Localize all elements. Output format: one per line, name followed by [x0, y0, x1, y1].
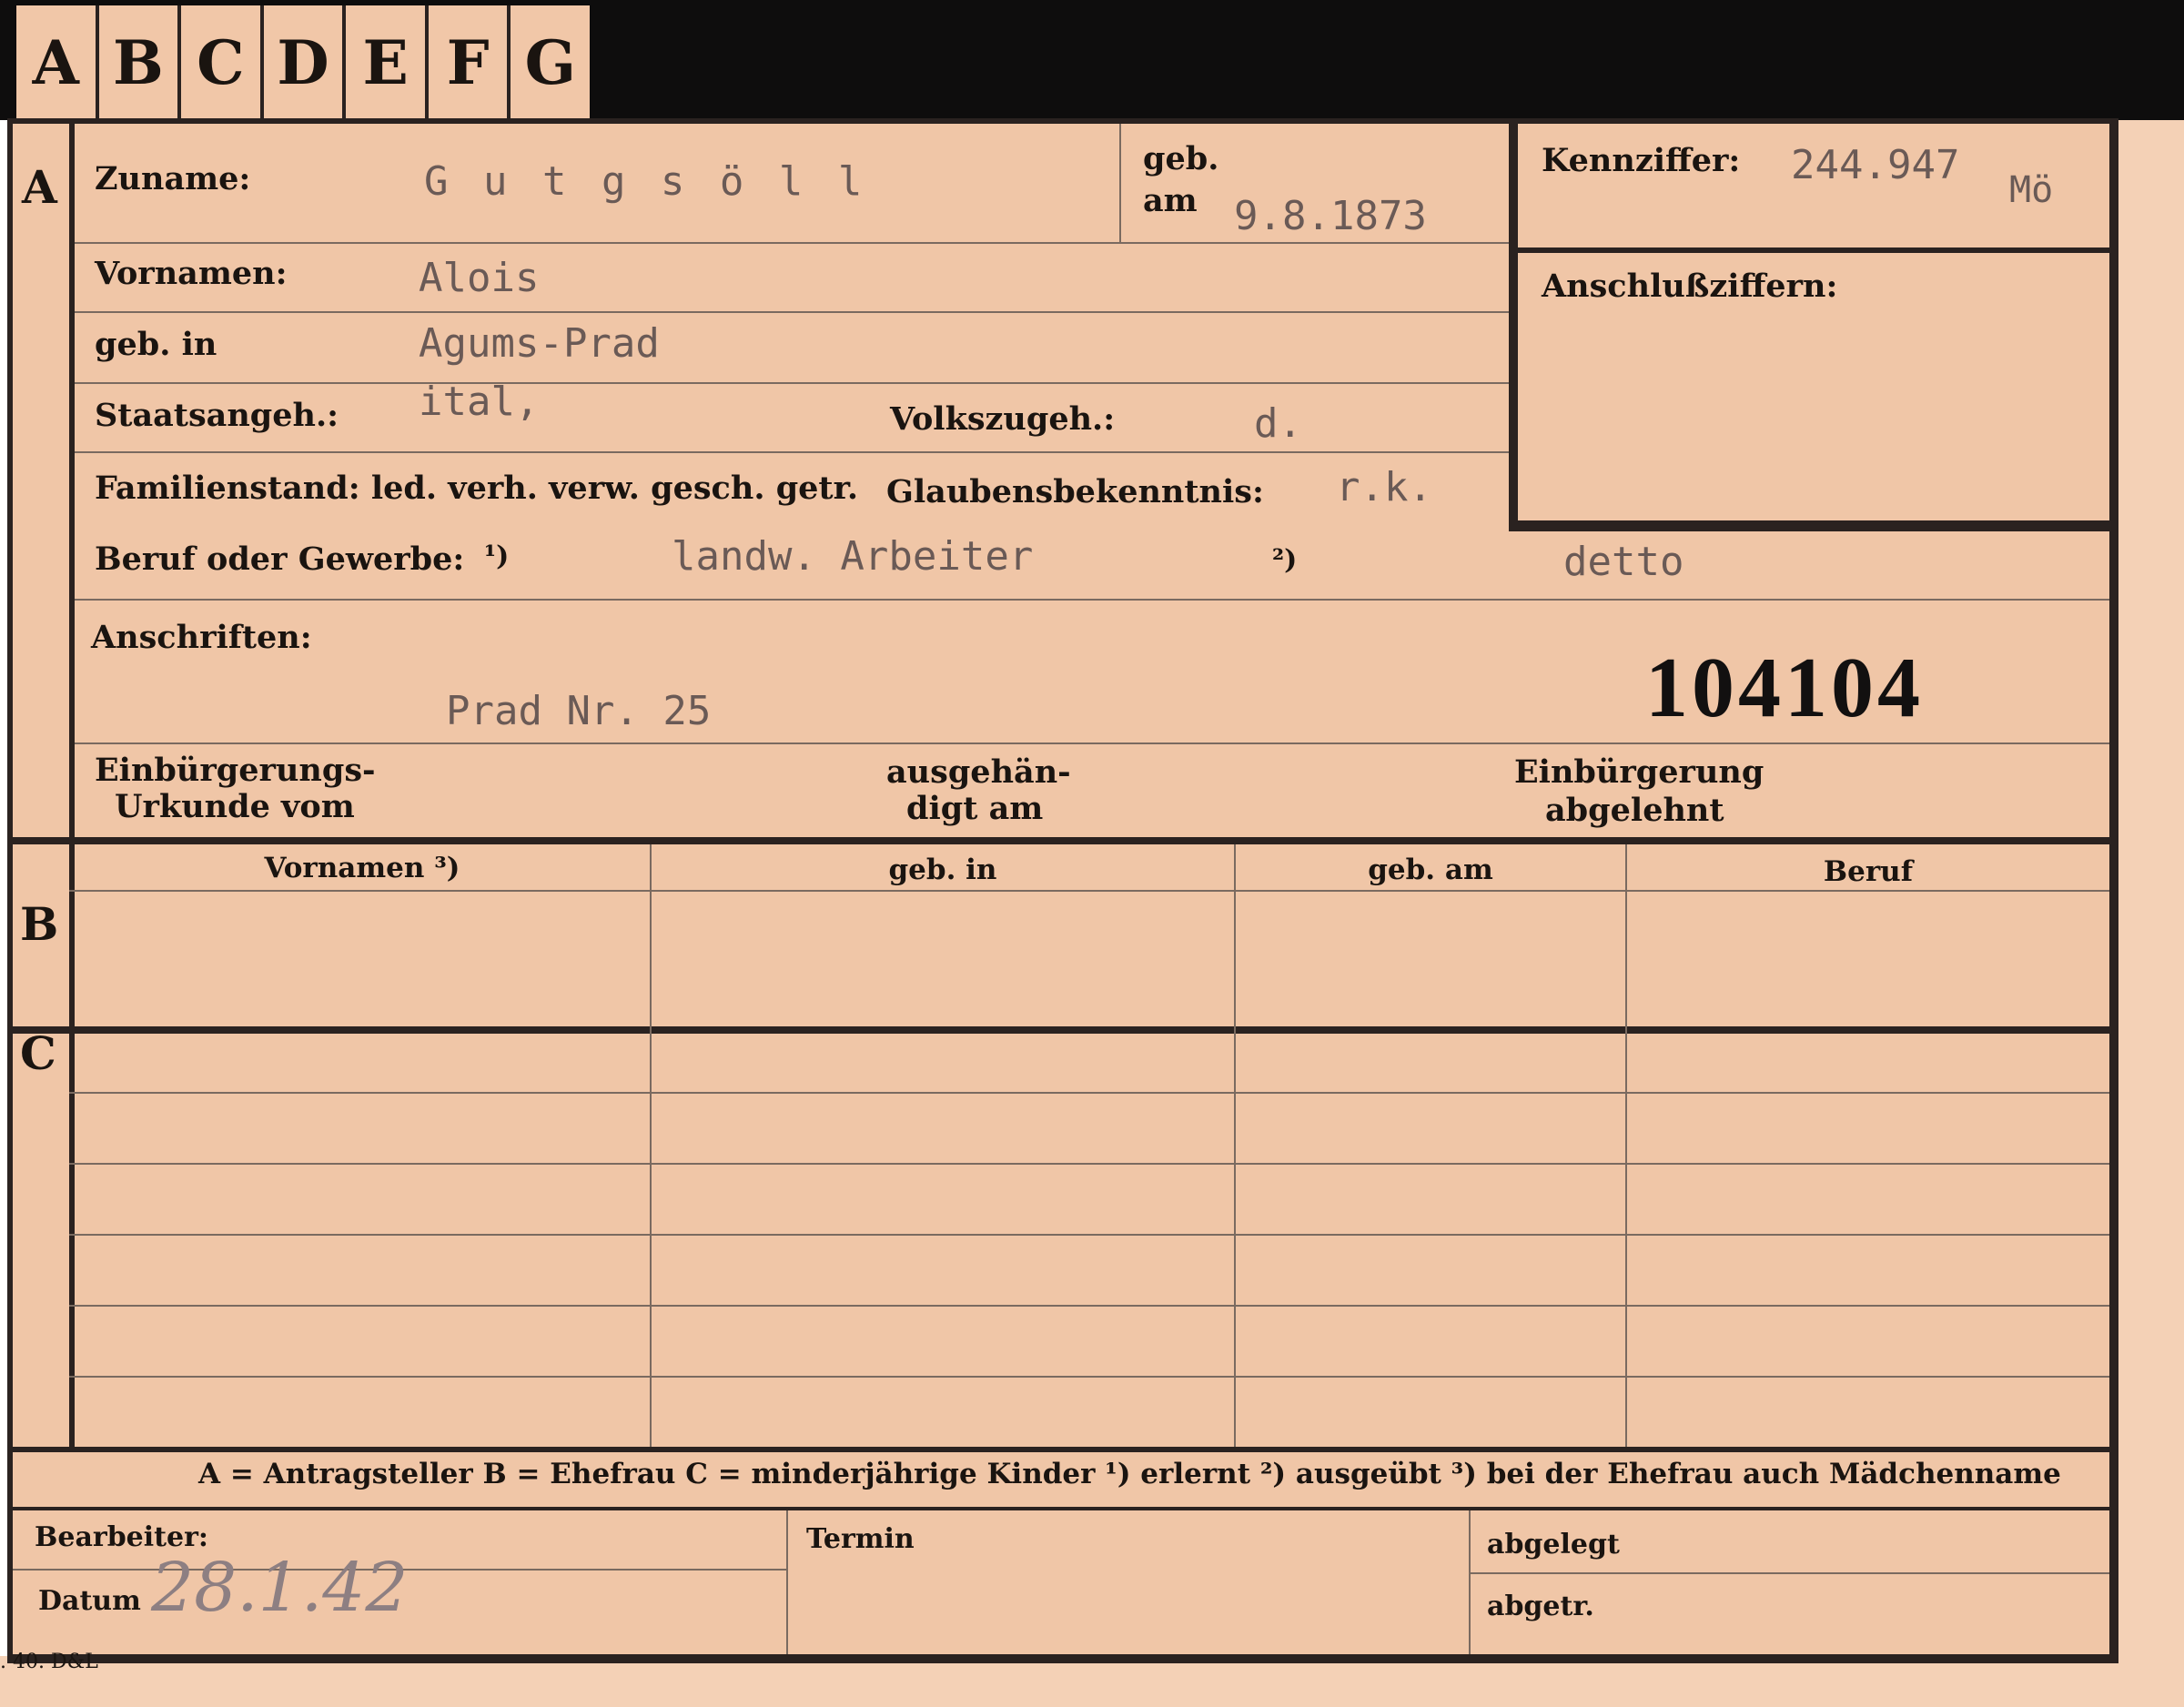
registration-card: A B C Zuname: G u t g s ö l l geb. am 9.… [7, 118, 2118, 1663]
kennziffer-box-left [1509, 124, 1518, 531]
tab-e: E [346, 5, 429, 120]
legend-text: A = Antragsteller B = Ehefrau C = minder… [198, 1458, 2061, 1490]
tab-f: F [429, 5, 511, 120]
col-header-geb-am: geb. am [1368, 854, 1493, 886]
table-header-line [69, 890, 2109, 892]
col-divider [650, 844, 652, 1447]
tab-c: C [181, 5, 264, 120]
right-margin [2118, 120, 2184, 1707]
row-line [75, 242, 1509, 244]
datum-label: Datum [38, 1585, 141, 1617]
section-c-letter: C [20, 1026, 56, 1080]
row-line [75, 451, 1509, 453]
section-b-top [7, 837, 2109, 844]
kennziffer-box-divider [1518, 247, 2109, 253]
bottom-divider [1469, 1510, 1471, 1654]
tab-b: B [99, 5, 182, 120]
termin-label: Termin [806, 1523, 915, 1555]
geb-am-value: 9.8.1873 [1234, 193, 1427, 239]
datum-handwritten-value: 28.1.42 [151, 1549, 409, 1627]
row-line [75, 311, 1509, 313]
volk-value: d. [1254, 400, 1302, 447]
kennziffer-label: Kennziffer: [1542, 142, 1741, 179]
ausgehaendigt-line1: ausgehän- [886, 753, 1071, 791]
beruf-note-1: ¹) [484, 540, 510, 572]
tab-a: A [16, 5, 99, 120]
geb-in-label: geb. in [95, 326, 217, 363]
legend-bottom [7, 1507, 2109, 1510]
einb-abgelehnt-line2: abgelehnt [1545, 792, 1724, 829]
zuname-value: G u t g s ö l l [424, 158, 868, 205]
section-c-top [7, 1026, 2109, 1034]
volk-label: Volkszugeh.: [890, 400, 1116, 438]
row-line [69, 1305, 2109, 1307]
am-label: am [1143, 182, 1198, 219]
kennziffer-value: 244.947 [1791, 142, 1960, 188]
card-left-border [7, 118, 13, 1654]
tab-d: D [264, 5, 347, 120]
geb-label: geb. [1143, 140, 1219, 177]
col-divider [1234, 844, 1236, 1447]
bottom-divider [786, 1510, 788, 1654]
kennziffer-box-bottom [1509, 520, 2109, 531]
bottom-row-line [1471, 1572, 2109, 1574]
einb-urkunde-line2: Urkunde vom [115, 788, 355, 825]
col-header-beruf: Beruf [1823, 855, 1914, 888]
vornamen-value: Alois [419, 255, 540, 301]
geb-divider [1119, 124, 1121, 242]
zuname-label: Zuname: [95, 160, 251, 197]
row-line [69, 1163, 2109, 1165]
legend-top [7, 1447, 2109, 1452]
footer-code: . 40. D&L [0, 1651, 98, 1673]
anschriften-value: Prad Nr. 25 [446, 688, 712, 734]
kennziffer-suffix: Mö [2009, 169, 2054, 211]
einb-abgelehnt-line1: Einbürgerung [1514, 753, 1764, 791]
ausgehaendigt-line2: digt am [906, 790, 1044, 827]
glauben-label: Glaubensbekenntnis: [886, 473, 1264, 510]
number-stamp: 104104 [1645, 641, 1924, 735]
index-tabs: A B C D E F G [16, 5, 590, 120]
col-header-geb-in: geb. in [888, 854, 997, 886]
col-header-vornamen: Vornamen ³) [264, 852, 460, 884]
glauben-value: r.k. [1336, 464, 1432, 510]
beruf-note-2: ²) [1272, 544, 1298, 576]
einb-urkunde-line1: Einbürgerungs- [95, 752, 376, 789]
card-top-border [7, 118, 2109, 124]
anschluss-label: Anschlußziffern: [1542, 268, 1838, 305]
geb-in-value: Agums-Prad [419, 320, 660, 367]
abgetr-label: abgetr. [1487, 1591, 1594, 1622]
row-line [75, 599, 2109, 601]
beruf-value-1: landw. Arbeiter [672, 533, 1034, 580]
abgelegt-label: abgelegt [1487, 1529, 1620, 1561]
beruf-value-2: detto [1563, 539, 1684, 585]
row-line [75, 382, 1509, 384]
section-a-letter: A [22, 160, 57, 214]
section-b-letter: B [20, 897, 59, 951]
beruf-label: Beruf oder Gewerbe: [95, 540, 465, 578]
row-line [69, 1092, 2109, 1094]
staat-value: ital, [419, 379, 540, 425]
staat-label: Staatsangeh.: [95, 397, 339, 434]
anschriften-label: Anschriften: [91, 619, 312, 656]
row-line [75, 742, 2109, 744]
bottom-margin [0, 1656, 2184, 1707]
section-divider-vertical [69, 124, 75, 1452]
row-line [69, 1376, 2109, 1378]
vornamen-label: Vornamen: [95, 255, 288, 292]
row-line [69, 1234, 2109, 1236]
familienstand-label: Familienstand: led. verh. verw. gesch. g… [95, 470, 859, 507]
col-divider [1625, 844, 1627, 1447]
tab-g: G [524, 27, 576, 98]
